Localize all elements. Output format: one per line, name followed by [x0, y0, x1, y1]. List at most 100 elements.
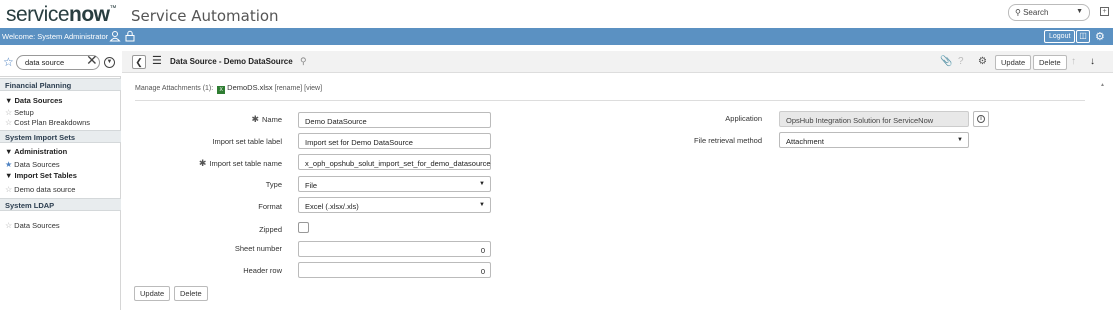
name-label-text: Name [261, 115, 282, 124]
connect-icon[interactable]: ◫ [1076, 30, 1090, 43]
format-select[interactable]: Excel (.xlsx/.xls) ▼ [298, 197, 491, 213]
nav-item-demo-data-source[interactable]: ☆ Demo data source [5, 185, 75, 194]
type-select-value: File [305, 181, 318, 190]
hamburger-menu-icon[interactable]: ☰ [152, 54, 162, 67]
global-search-placeholder: Search [1023, 8, 1049, 17]
nav-item-label: Data Sources [14, 221, 60, 230]
star-icon[interactable]: ★ [5, 160, 12, 169]
chevron-down-icon: ▼ [479, 181, 485, 187]
rename-link[interactable]: [rename] [275, 85, 303, 92]
chevron-down-icon: ▼ [957, 137, 963, 143]
arrow-up-icon[interactable]: ↑ [1071, 56, 1076, 67]
form-header: ❮ ☰ Data Source - Demo DataSource ⚲ 📎 ? … [122, 51, 1113, 73]
attachment-file-link[interactable]: DemoDS.xlsx [227, 83, 272, 92]
chevron-down-icon[interactable]: ▼ [104, 57, 115, 68]
navigator-filter-row: ☆ data source ✕ ▼ [0, 45, 121, 77]
welcome-text: Welcome: System Administrator [2, 32, 109, 41]
file-retrieval-method-value: Attachment [786, 137, 824, 146]
info-button[interactable]: i [973, 111, 989, 127]
app-title: Service Automation [131, 7, 279, 25]
type-select[interactable]: File ▼ [298, 176, 491, 192]
delete-button-top[interactable]: Delete [1033, 55, 1067, 70]
import-set-table-label-label: Import set table label [212, 137, 282, 146]
favorites-star-icon[interactable]: ☆ [3, 55, 14, 69]
module-administration[interactable]: ▼ Administration [5, 147, 67, 156]
excel-file-icon: X [217, 86, 226, 94]
application-field: OpsHub Integration Solution for ServiceN… [779, 111, 969, 127]
nav-item-label: Data Sources [14, 160, 60, 169]
gear-icon[interactable]: ⚙ [978, 56, 987, 67]
tag-icon[interactable]: ⚲ [300, 56, 307, 67]
logo-tm: ™ [109, 5, 117, 12]
top-banner: servicenow™ Service Automation ⚲ Search … [0, 0, 1113, 28]
help-icon[interactable]: ? [958, 56, 964, 67]
star-icon[interactable]: ☆ [5, 108, 12, 117]
delete-button[interactable]: Delete [174, 286, 208, 301]
form-title: Data Source - Demo DataSource [170, 57, 293, 66]
view-link[interactable]: [view] [304, 85, 322, 92]
module-import-set-tables[interactable]: ▼ Import Set Tables [5, 171, 77, 180]
star-icon[interactable]: ☆ [5, 118, 12, 127]
scroll-up-arrow[interactable]: ▲ [1100, 82, 1105, 88]
sheet-number-field[interactable]: 0 [298, 241, 491, 257]
nav-item-cost-plan-breakdowns[interactable]: ☆ Cost Plan Breakdowns [5, 118, 90, 127]
file-retrieval-method-select[interactable]: Attachment ▼ [779, 132, 969, 148]
chevron-down-icon: ▼ [479, 202, 485, 208]
import-set-table-name-field[interactable]: x_oph_opshub_solut_import_set_for_demo_d… [298, 154, 491, 170]
nav-item-setup[interactable]: ☆ Setup [5, 108, 34, 117]
welcome-bar: Welcome: System Administrator Logout ◫ ⚙ [0, 28, 1113, 45]
sheet-number-label: Sheet number [234, 244, 282, 253]
lock-icon[interactable] [124, 30, 136, 42]
attachments-row: Manage Attachments (1): X DemoDS.xlsx [re… [135, 83, 322, 94]
section-system-ldap[interactable]: System LDAP [0, 198, 121, 211]
mandatory-asterisk-icon: ✱ [251, 114, 259, 124]
star-icon[interactable]: ☆ [5, 185, 12, 194]
header-row-label: Header row [243, 266, 282, 275]
nav-item-data-sources[interactable]: ★ Data Sources [5, 160, 60, 169]
module-data-sources[interactable]: ▼ Data Sources [5, 96, 62, 105]
logo-service-text: service [6, 3, 70, 26]
type-label: Type [265, 180, 282, 189]
gear-icon[interactable]: ⚙ [1095, 30, 1105, 43]
logout-button[interactable]: Logout [1044, 30, 1076, 43]
paperclip-icon[interactable]: 📎 [940, 56, 952, 67]
update-button-top[interactable]: Update [995, 55, 1032, 70]
file-retrieval-method-label: File retrieval method [694, 136, 762, 145]
user-icon[interactable] [109, 30, 121, 42]
back-button[interactable]: ❮ [132, 55, 146, 69]
import-set-table-name-text: Import set table name [209, 159, 282, 168]
section-financial-planning[interactable]: Financial Planning [0, 78, 121, 91]
arrow-down-icon[interactable]: ↓ [1090, 56, 1095, 67]
divider [135, 100, 1085, 101]
nav-item-label: Demo data source [14, 185, 76, 194]
header-row-field[interactable]: 0 [298, 262, 491, 278]
manage-attachments-link[interactable]: Manage Attachments (1): [135, 85, 213, 92]
format-label: Format [258, 202, 282, 211]
nav-item-label: Setup [14, 108, 34, 117]
zipped-checkbox[interactable] [298, 222, 309, 233]
close-icon[interactable]: ✕ [86, 52, 98, 69]
module-import-set-tables-label: Import Set Tables [14, 171, 77, 180]
info-icon: i [977, 115, 985, 123]
module-administration-label: Administration [14, 147, 68, 156]
expand-icon[interactable]: + [1100, 7, 1109, 16]
form-area: ❮ ☰ Data Source - Demo DataSource ⚲ 📎 ? … [122, 45, 1113, 310]
nav-item-ldap-data-sources[interactable]: ☆ Data Sources [5, 221, 60, 230]
zipped-label: Zipped [259, 225, 282, 234]
global-search[interactable]: ⚲ Search ▼ [1008, 4, 1090, 21]
chevron-down-icon[interactable]: ▼ [1076, 8, 1083, 15]
name-field[interactable]: Demo DataSource [298, 112, 491, 128]
servicenow-logo[interactable]: servicenow™ [6, 3, 116, 27]
section-system-import-sets[interactable]: System Import Sets [0, 130, 121, 143]
module-data-sources-label: Data Sources [14, 96, 63, 105]
name-label: ✱ Name [182, 114, 282, 125]
application-navigator: ☆ data source ✕ ▼ Financial Planning ▼ D… [0, 45, 121, 310]
import-set-table-name-label: ✱ Import set table name [162, 158, 282, 169]
star-icon[interactable]: ☆ [5, 221, 12, 230]
application-label: Application [725, 114, 762, 123]
update-button[interactable]: Update [134, 286, 171, 301]
import-set-table-label-field[interactable]: Import set for Demo DataSource [298, 133, 491, 149]
logo-now-text: now [69, 3, 110, 26]
search-icon: ⚲ [1015, 8, 1021, 17]
mandatory-asterisk-icon: ✱ [198, 158, 207, 168]
